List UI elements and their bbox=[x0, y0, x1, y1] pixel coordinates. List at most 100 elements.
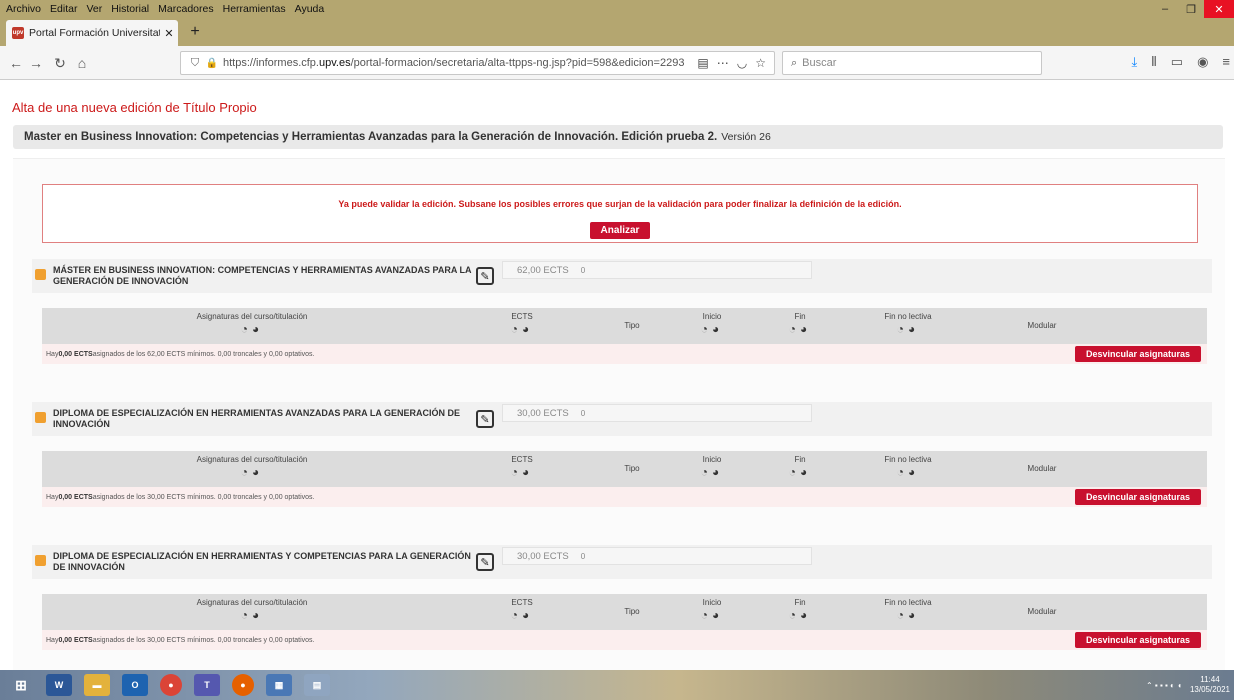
col-ects: ECTS ◔◕ bbox=[492, 312, 552, 336]
forward-arrow-icon[interactable]: → bbox=[26, 54, 46, 72]
analyze-button[interactable]: Analizar bbox=[590, 222, 650, 239]
edition-name: Master en Business Innovation: Competenc… bbox=[24, 131, 718, 143]
menu-archivo[interactable]: Archivo bbox=[6, 3, 41, 15]
browser-tab[interactable]: upv Portal Formación Universitat Po ✕ bbox=[6, 20, 178, 46]
tab-strip: upv Portal Formación Universitat Po ✕ + bbox=[0, 18, 1234, 46]
sort-arrows-icon[interactable]: ◔◕ bbox=[152, 322, 352, 336]
tab-title: Portal Formación Universitat Po bbox=[29, 27, 160, 39]
menu-marcadores[interactable]: Marcadores bbox=[158, 3, 213, 15]
outlook-icon[interactable]: O bbox=[122, 674, 148, 696]
library-icon[interactable]: ⫴ bbox=[1151, 54, 1156, 70]
sidebar-icon[interactable]: ▭ bbox=[1171, 54, 1183, 70]
url-text[interactable]: https://informes.cfp.upv.es/portal-forma… bbox=[219, 57, 697, 69]
unlink-subjects-button[interactable]: Desvincular asignaturas bbox=[1075, 346, 1201, 362]
teams-icon[interactable]: T bbox=[194, 674, 220, 696]
close-window-button[interactable]: ✕ bbox=[1204, 0, 1234, 18]
subjects-table: Asignaturas del curso/titulación ◔◕ ECTS ◔… bbox=[42, 594, 1207, 650]
shield-icon[interactable]: ⛉ bbox=[185, 57, 205, 70]
sort-arrows-icon[interactable]: ◔◕ bbox=[492, 608, 552, 622]
bookmark-star-icon[interactable]: ☆ bbox=[755, 56, 766, 70]
upv-favicon-icon: upv bbox=[12, 27, 24, 39]
search-input[interactable]: ⌕ Buscar bbox=[782, 51, 1042, 75]
navigation-toolbar: ← → ↻ ⌂ ⛉ 🔒 https://informes.cfp.upv.es/… bbox=[0, 46, 1234, 80]
reload-icon[interactable]: ↻ bbox=[50, 54, 70, 72]
sort-arrows-icon[interactable]: ◔◕ bbox=[770, 322, 830, 336]
hamburger-menu-icon[interactable]: ≡ bbox=[1222, 54, 1230, 70]
extension-icon[interactable]: ◉ bbox=[1197, 54, 1208, 70]
col-subjects: Asignaturas del curso/titulación ◔◕ bbox=[152, 312, 352, 336]
subjects-summary: Hay 0,00 ECTS asignados de los 30,00 ECT… bbox=[42, 630, 1207, 650]
col-ects: ECTS ◔◕ bbox=[492, 598, 552, 622]
new-tab-button[interactable]: + bbox=[184, 22, 206, 42]
reader-view-icon[interactable]: ▤ bbox=[697, 56, 708, 70]
download-icon[interactable]: ⤓ bbox=[1132, 54, 1138, 70]
program-ects: 30,00 ECTS 0 bbox=[502, 404, 812, 422]
menu-historial[interactable]: Historial bbox=[111, 3, 149, 15]
col-start: Inicio ◔◕ bbox=[682, 455, 742, 479]
edit-icon[interactable]: ✎ bbox=[476, 553, 494, 571]
program-ects: 30,00 ECTS 0 bbox=[502, 547, 812, 565]
sort-arrows-icon[interactable]: ◔◕ bbox=[868, 465, 948, 479]
unlink-subjects-button[interactable]: Desvincular asignaturas bbox=[1075, 489, 1201, 505]
page-actions-icon[interactable]: ⋯ bbox=[717, 56, 729, 70]
edit-icon[interactable]: ✎ bbox=[476, 410, 494, 428]
window-controls: – ❐ ✕ bbox=[1152, 0, 1234, 18]
subjects-summary: Hay 0,00 ECTS asignados de los 30,00 ECT… bbox=[42, 487, 1207, 507]
firefox-icon[interactable]: ● bbox=[232, 674, 254, 696]
file-explorer-icon[interactable]: ▬ bbox=[84, 674, 110, 696]
app-icon[interactable]: ▦ bbox=[266, 674, 292, 696]
lock-icon[interactable]: 🔒 bbox=[205, 58, 219, 69]
subjects-table: Asignaturas del curso/titulación ◔◕ ECTS ◔… bbox=[42, 308, 1207, 364]
program-header: DIPLOMA DE ESPECIALIZACIÓN EN HERRAMIENT… bbox=[32, 545, 1212, 579]
col-end: Fin ◔◕ bbox=[770, 312, 830, 336]
unlink-subjects-button[interactable]: Desvincular asignaturas bbox=[1075, 632, 1201, 648]
sort-arrows-icon[interactable]: ◔◕ bbox=[682, 322, 742, 336]
menu-editar[interactable]: Editar bbox=[50, 3, 77, 15]
sort-arrows-icon[interactable]: ◔◕ bbox=[770, 608, 830, 622]
sort-arrows-icon[interactable]: ◔◕ bbox=[152, 608, 352, 622]
col-end-nonteaching: Fin no lectiva ◔◕ bbox=[868, 312, 948, 336]
program-name: DIPLOMA DE ESPECIALIZACIÓN EN HERRAMIENT… bbox=[53, 408, 461, 429]
edit-icon[interactable]: ✎ bbox=[476, 267, 494, 285]
home-icon[interactable]: ⌂ bbox=[72, 54, 92, 72]
windows-start-icon[interactable]: ⊞ bbox=[8, 674, 34, 696]
program-name: DIPLOMA DE ESPECIALIZACIÓN EN HERRAMIENT… bbox=[53, 551, 471, 572]
edition-version: Versión 26 bbox=[721, 131, 771, 143]
validation-alert: Ya puede validar la edición. Subsane los… bbox=[42, 184, 1198, 243]
sort-arrows-icon[interactable]: ◔◕ bbox=[682, 465, 742, 479]
program-marker-icon bbox=[35, 269, 46, 280]
sort-arrows-icon[interactable]: ◔◕ bbox=[868, 608, 948, 622]
tray-icons[interactable]: ⌃ ▪ ▪ ▪ ◐ ◖ bbox=[1146, 681, 1182, 690]
sort-arrows-icon[interactable]: ◔◕ bbox=[492, 322, 552, 336]
clock[interactable]: 11:44 13/05/2021 bbox=[1190, 675, 1230, 695]
sort-arrows-icon[interactable]: ◔◕ bbox=[492, 465, 552, 479]
document-icon[interactable]: ▤ bbox=[304, 674, 330, 696]
sort-arrows-icon[interactable]: ◔◕ bbox=[770, 465, 830, 479]
menu-ver[interactable]: Ver bbox=[86, 3, 102, 15]
system-tray: ⌃ ▪ ▪ ▪ ◐ ◖ 11:44 13/05/2021 bbox=[1146, 675, 1230, 695]
menu-ayuda[interactable]: Ayuda bbox=[295, 3, 325, 15]
sort-arrows-icon[interactable]: ◔◕ bbox=[682, 608, 742, 622]
col-ects: ECTS ◔◕ bbox=[492, 455, 552, 479]
windows-taskbar: ⊞ W ▬ O ● T ● ▦ ▤ ⌃ ▪ ▪ ▪ ◐ ◖ 11:44 13/0… bbox=[0, 670, 1234, 700]
alert-message: Ya puede validar la edición. Subsane los… bbox=[338, 199, 902, 209]
minimize-button[interactable]: – bbox=[1152, 0, 1178, 18]
subjects-table-header: Asignaturas del curso/titulación ◔◕ ECTS ◔… bbox=[42, 308, 1207, 344]
col-subjects: Asignaturas del curso/titulación ◔◕ bbox=[152, 455, 352, 479]
col-modular: Modular bbox=[1027, 321, 1057, 330]
pocket-icon[interactable]: ◡ bbox=[737, 56, 747, 70]
sort-arrows-icon[interactable]: ◔◕ bbox=[868, 322, 948, 336]
close-tab-icon[interactable]: ✕ bbox=[160, 27, 178, 40]
col-start: Inicio ◔◕ bbox=[682, 598, 742, 622]
word-icon[interactable]: W bbox=[46, 674, 72, 696]
menu-herramientas[interactable]: Herramientas bbox=[223, 3, 286, 15]
maximize-button[interactable]: ❐ bbox=[1178, 0, 1204, 18]
col-modular: Modular bbox=[1027, 607, 1057, 616]
browser-menubar: Archivo Editar Ver Historial Marcadores … bbox=[0, 0, 1234, 18]
back-arrow-icon[interactable]: ← bbox=[6, 54, 26, 72]
sort-arrows-icon[interactable]: ◔◕ bbox=[152, 465, 352, 479]
subjects-summary: Hay 0,00 ECTS asignados de los 62,00 ECT… bbox=[42, 344, 1207, 364]
address-bar[interactable]: ⛉ 🔒 https://informes.cfp.upv.es/portal-f… bbox=[180, 51, 775, 75]
chrome-icon[interactable]: ● bbox=[160, 674, 182, 696]
program-marker-icon bbox=[35, 412, 46, 423]
